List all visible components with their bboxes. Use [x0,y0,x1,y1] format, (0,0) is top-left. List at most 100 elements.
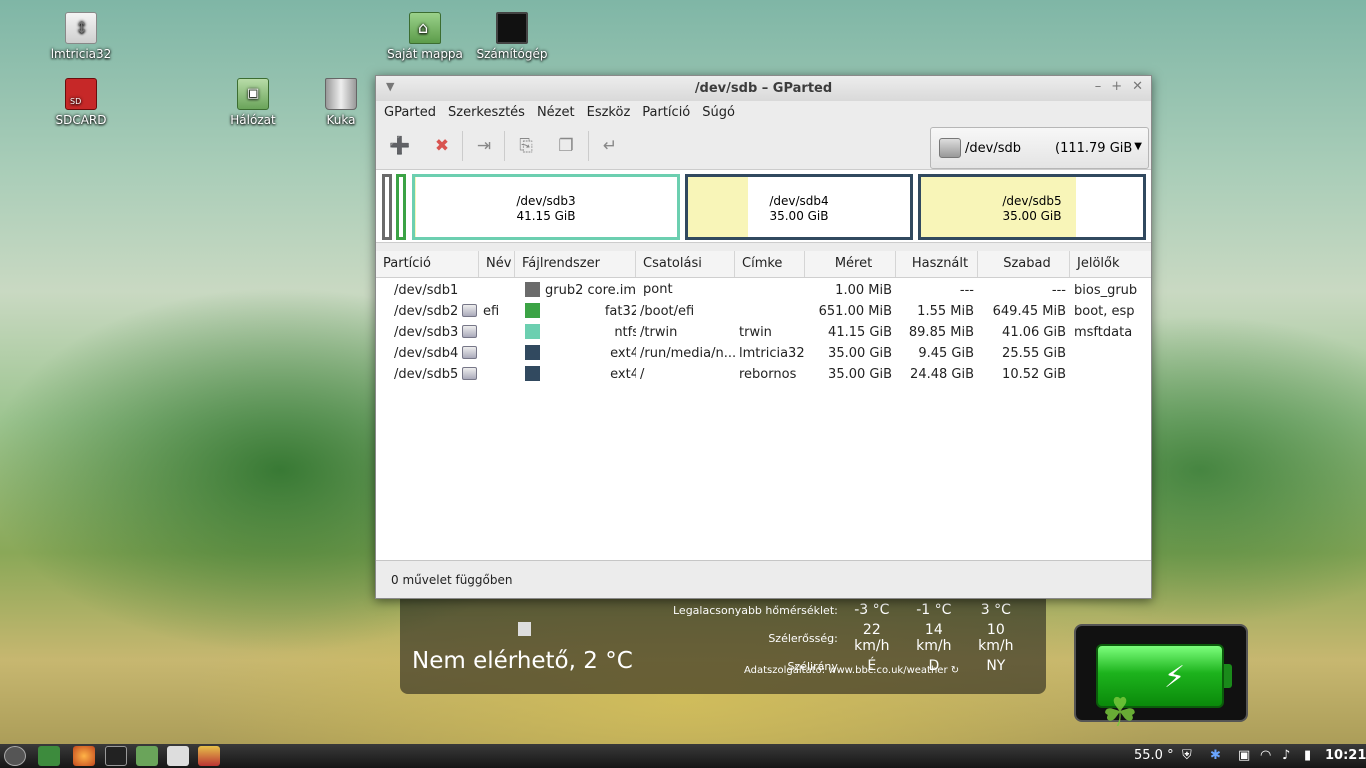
col-partition[interactable]: Partíció [376,251,479,277]
cell-size: 651.00 MiB [805,301,896,322]
wifi-icon[interactable]: ◠ [1260,744,1271,768]
screenshot-icon[interactable]: ▣ [1238,744,1250,768]
plug-icon: ⚡ [1164,660,1186,695]
software-icon[interactable] [167,746,189,766]
battery-icon[interactable]: ▮ [1304,744,1311,768]
col-free[interactable]: Szabad [978,251,1070,277]
clock[interactable]: 10:21 [1325,744,1366,768]
partition-table: Partíció Név Fájlrendszer Csatolási pont… [376,251,1151,561]
status-bar: 0 művelet függőben [376,560,1151,598]
diskmap-sdb2[interactable] [396,174,406,240]
menu-edit[interactable]: Szerkesztés [442,105,531,120]
menu-icon[interactable] [4,746,26,766]
cell-partition-text: /dev/sdb1 [394,283,459,298]
cell-free-text: 649.45 MiB [992,304,1066,319]
diskmap-sdb1[interactable] [382,174,392,240]
refresh-icon[interactable]: ↻ [951,665,959,676]
col-mountpoint[interactable]: Csatolási pont [636,251,735,297]
weather-credit[interactable]: Adatszolgáltató: www.bbc.co.uk/weather ↻ [744,665,959,676]
cell-free: 649.45 MiB [978,301,1070,322]
desktop-icon-computer[interactable]: Számítógép [464,12,560,61]
weather-credit-text: Adatszolgáltató: www.bbc.co.uk/weather [744,665,948,676]
cell-flags: boot, esp [1070,301,1150,322]
volume-icon[interactable]: ♪ [1282,744,1290,768]
cell-label-text: lmtricia32 [739,346,805,361]
desktop-icon-label: lmtricia32 [50,47,112,61]
table-body: /dev/sdb1 grub2 core.img 1.00 MiB --- --- bio… [376,278,1151,385]
cell-mountpoint: /trwin [636,322,735,343]
shield-icon[interactable]: ⛨ [1182,744,1192,768]
diskmap-sdb3[interactable]: /dev/sdb3 41.15 GiB [412,174,680,240]
cell-filesystem-text: grub2 core.img [545,283,636,298]
show-desktop-icon[interactable] [38,746,60,766]
weather-value: -3 °C [854,602,890,618]
weather-row-label: Szélerősség: [768,631,838,645]
desktop-icon-network[interactable]: Hálózat [205,78,301,127]
paste-icon[interactable]: ❐ [550,131,582,161]
menu-partition[interactable]: Partíció [636,105,696,120]
filesystem-color-swatch [525,345,540,360]
window-menu-icon[interactable]: ▼ [386,80,394,93]
menu-help[interactable]: Súgó [696,105,741,120]
diskmap-sdb4[interactable]: /dev/sdb4 35.00 GiB [685,174,913,240]
delete-icon[interactable]: ✖ [426,131,458,161]
col-size[interactable]: Méret [805,251,896,277]
menu-view[interactable]: Nézet [531,105,581,120]
device-selector[interactable]: /dev/sdb (111.79 GiB ▼ [930,127,1149,169]
table-row[interactable]: /dev/sdb5 ext4 / rebornos 35.00 GiB 24.48 GiB… [376,364,1151,385]
toolbar: ➕ ✖ ⇥ ⎘ ❐ ↵ /dev/sdb (111.79 GiB ▼ [376,123,1151,169]
table-row[interactable]: /dev/sdb1 grub2 core.img 1.00 MiB --- --- bio… [376,280,1151,301]
apply-icon[interactable]: ↵ [594,131,626,161]
cell-free-text: --- [1051,283,1066,298]
files-icon[interactable] [136,746,158,766]
col-flags[interactable]: Jelölők [1070,251,1150,277]
lock-icon [462,304,478,317]
cell-mountpoint-text: /trwin [640,325,678,340]
cell-mountpoint-text: /run/media/n... [640,346,735,361]
firefox-icon[interactable] [73,746,95,766]
maximize-icon[interactable]: + [1111,79,1122,94]
weather-value: 14 km/h [916,622,952,654]
weather-value: 3 °C [980,602,1011,618]
diskmap-sdb5[interactable]: /dev/sdb5 35.00 GiB [918,174,1146,240]
weather-row-wind-speed: Szélerősség: 22 km/h 14 km/h 10 km/h [670,620,1027,656]
home-folder-icon [409,12,441,44]
cell-used-text: 89.85 MiB [908,325,974,340]
cell-size: 1.00 MiB [805,280,896,301]
cell-free-text: 10.52 GiB [1002,367,1066,382]
cell-mountpoint: / [636,364,735,385]
cell-partition: /dev/sdb3 [376,322,479,343]
cell-free: 25.55 GiB [978,343,1070,364]
desktop-icon-usb[interactable]: lmtricia32 [33,12,129,61]
taskbar: 55.0 ° ⛨ ✱ ▣ ◠ ♪ ▮ 10:21 [0,744,1366,768]
weather-value: -1 °C [916,602,952,618]
lock-icon [462,325,478,338]
cell-free-text: 25.55 GiB [1002,346,1066,361]
desktop-icon-sdcard[interactable]: SDCARD [33,78,129,127]
cell-filesystem-text: ext4 [610,367,636,382]
resize-move-icon[interactable]: ⇥ [468,131,500,161]
chevron-down-icon: ▼ [1134,141,1142,152]
table-row[interactable]: /dev/sdb4 ext4/run/media/n... lmtricia32 35… [376,343,1151,364]
table-row[interactable]: /dev/sdb2 efi fat32/boot/efi 651.00 MiB 1.55… [376,301,1151,322]
gparted-task-icon[interactable] [198,746,220,766]
menu-gparted[interactable]: GParted [378,105,442,120]
cell-size: 35.00 GiB [805,364,896,385]
bluetooth-icon[interactable]: ✱ [1210,744,1221,768]
close-icon[interactable]: ✕ [1132,79,1143,94]
window-titlebar[interactable]: ▼ /dev/sdb – GParted – + ✕ [376,76,1151,101]
weather-value: 10 km/h [978,622,1014,654]
desktop-icon-home[interactable]: Saját mappa [377,12,473,61]
col-used[interactable]: Használt [896,251,978,277]
menu-device[interactable]: Eszköz [581,105,637,120]
col-name[interactable]: Név [479,251,515,277]
terminal-icon[interactable] [105,746,127,766]
col-filesystem[interactable]: Fájlrendszer [515,251,636,277]
copy-icon[interactable]: ⎘ [510,131,542,161]
minimize-icon[interactable]: – [1095,79,1102,94]
cell-used-text: 1.55 MiB [917,304,974,319]
col-label[interactable]: Címke [735,251,805,277]
new-partition-icon[interactable]: ➕ [384,131,416,161]
table-row[interactable]: /dev/sdb3 ntfs/trwin trwin 41.15 GiB 89.85 M… [376,322,1151,343]
gparted-window: ▼ /dev/sdb – GParted – + ✕ GParted Szerk… [375,75,1152,599]
